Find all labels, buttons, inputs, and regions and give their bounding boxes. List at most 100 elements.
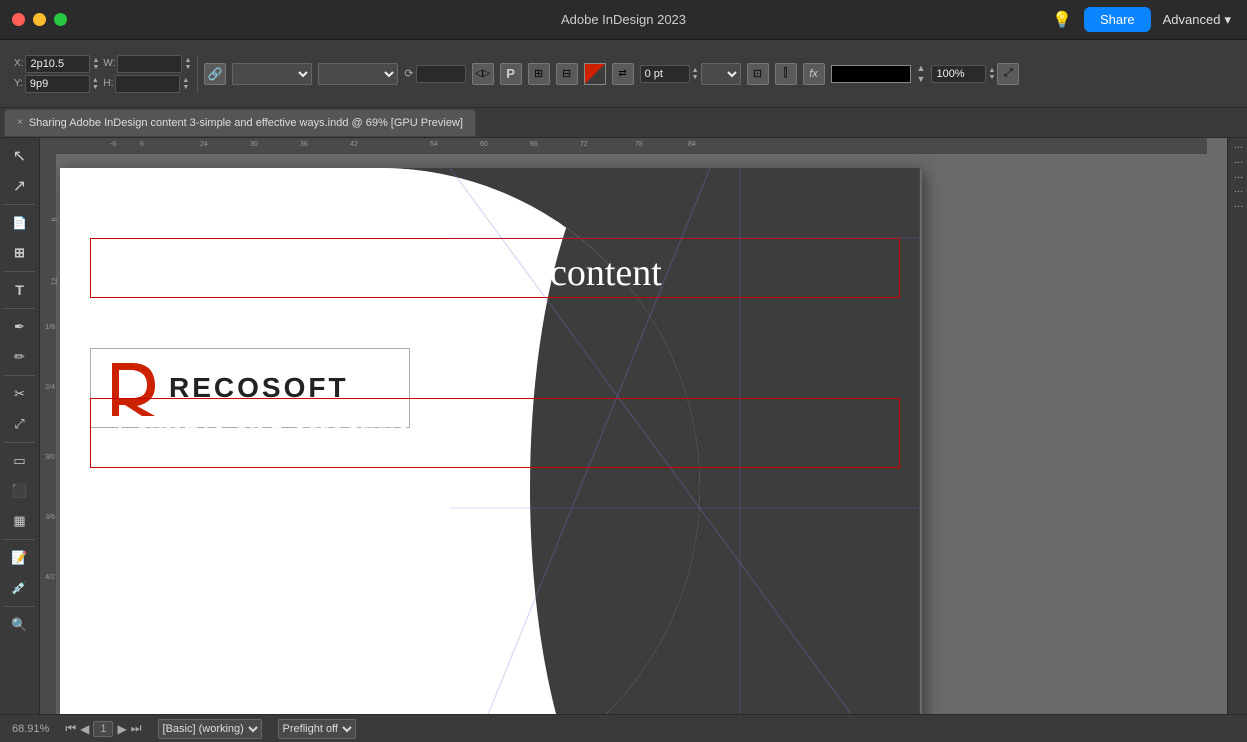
lightbulb-icon[interactable]: 💡: [1052, 10, 1072, 30]
page-heading: Sharing Adobe® InDesign® content: [91, 239, 899, 297]
angle-field: ⟳: [404, 65, 465, 83]
direct-selection-tool[interactable]: ↗: [6, 172, 34, 200]
chevron-down-icon: ▾: [1224, 12, 1231, 28]
h-stepper[interactable]: ▲▼: [182, 77, 189, 91]
nav-buttons-icon[interactable]: ◁▷: [472, 63, 494, 85]
titlebar: Adobe InDesign 2023 💡 Share Advanced ▾: [0, 0, 1247, 40]
tab-label: Sharing Adobe InDesign content 3-simple …: [29, 117, 463, 129]
w-stepper[interactable]: ▲▼: [184, 57, 191, 71]
toolbar-divider-1: [4, 204, 35, 205]
ruler-mark-42: 42: [350, 141, 358, 148]
type-tool[interactable]: T: [6, 276, 34, 304]
y-input[interactable]: [25, 75, 90, 93]
x-input[interactable]: [25, 55, 90, 73]
x-stepper[interactable]: ▲▼: [92, 57, 99, 71]
align-left-icon[interactable]: ⊞: [528, 63, 550, 85]
ruler-mark-66: 66: [530, 141, 538, 148]
x-label: X:: [14, 58, 23, 69]
last-page-button[interactable]: ⏭: [131, 721, 142, 736]
ruler-v-6: 6: [52, 218, 59, 222]
first-page-button[interactable]: ⏮: [65, 721, 76, 736]
selection-tool[interactable]: ↖: [6, 142, 34, 170]
panels-toggle-4[interactable]: ⫶: [1232, 190, 1244, 193]
text-frame-icon[interactable]: P: [500, 63, 522, 85]
ruler-v-18: 1/8: [45, 324, 55, 331]
h-input[interactable]: [115, 75, 180, 93]
rectangle-tool[interactable]: ▭: [6, 447, 34, 475]
stroke-input[interactable]: [640, 65, 690, 83]
zoom-stepper[interactable]: ▲▼: [988, 67, 995, 81]
pencil-tool[interactable]: ✏: [6, 343, 34, 371]
fill-swatch[interactable]: [831, 65, 911, 83]
stroke-stepper[interactable]: ▲▼: [692, 67, 699, 81]
page-number[interactable]: 1: [93, 721, 113, 737]
ruler-mark-84: 84: [688, 141, 696, 148]
swatch-stepper[interactable]: ▲▼: [917, 64, 926, 84]
align-icon[interactable]: ⊟: [556, 63, 578, 85]
fill-tool[interactable]: ⬛: [6, 477, 34, 505]
gap-tool[interactable]: ⊞: [6, 239, 34, 267]
toolbar: X: ▲▼ Y: ▲▼ W: ▲▼ H: ▲▼ 🔗: [0, 40, 1247, 108]
fx-icon[interactable]: fx: [803, 63, 825, 85]
titlebar-traffic-lights: [0, 13, 67, 26]
page-subtitle-container: 3-simple and effective ways: [90, 398, 900, 468]
panels-toggle-5[interactable]: ⫶: [1232, 205, 1244, 208]
workspace-select[interactable]: [Basic] (working): [158, 719, 262, 739]
resize-icon[interactable]: ⊡: [747, 63, 769, 85]
angle-input[interactable]: [416, 65, 466, 83]
zoom-input[interactable]: [931, 65, 986, 83]
pen-tool[interactable]: ✒: [6, 313, 34, 341]
columns-icon[interactable]: ⫿: [775, 63, 797, 85]
ruler-mark-30: 30: [250, 141, 258, 148]
transform-select-2[interactable]: [318, 63, 398, 85]
toolbar-divider-4: [4, 375, 35, 376]
toolbar-divider-3: [4, 308, 35, 309]
page-subheading: 3-simple and effective ways: [91, 399, 899, 467]
preflight-status: Preflight off: [278, 719, 356, 739]
panels-toggle-3[interactable]: ⫶: [1232, 176, 1244, 179]
swap-colors-icon[interactable]: ⇄: [612, 63, 634, 85]
zoom-tool[interactable]: 🔍: [6, 611, 34, 639]
document-page: RECOSOFT www.recosoft.com Sharing Adobe®…: [60, 168, 920, 714]
lock-proportions-icon[interactable]: 🔗: [204, 63, 226, 85]
zoom-expand-icon[interactable]: ⤢: [997, 63, 1019, 85]
stroke-type-select[interactable]: [701, 63, 741, 85]
statusbar: 68.91% ⏮ ◀ 1 ▶ ⏭ [Basic] (working) Prefl…: [0, 714, 1247, 742]
transform-tool[interactable]: ⤢: [6, 410, 34, 438]
h-label: H:: [103, 78, 113, 89]
scissors-tool[interactable]: ✂: [6, 380, 34, 408]
panels-toggle-1[interactable]: ⫶: [1232, 146, 1244, 149]
share-button[interactable]: Share: [1084, 7, 1151, 32]
tab-close-icon[interactable]: ×: [17, 117, 23, 128]
ruler-v-42: 4/2: [45, 574, 55, 581]
left-toolbar: ↖ ↗ 📄 ⊞ T ✒ ✏ ✂ ⤢ ▭ ⬛ ▦ 📝 💉 🔍: [0, 138, 40, 714]
canvas-area[interactable]: -6 6 24 30 36 42 54 60 66 72 78 84 6 12 …: [40, 138, 1227, 714]
eyedropper-tool[interactable]: 💉: [6, 574, 34, 602]
page-title-container: Sharing Adobe® InDesign® content: [90, 238, 900, 298]
prev-page-button[interactable]: ◀: [80, 722, 89, 736]
minimize-button[interactable]: [33, 13, 46, 26]
w-input[interactable]: [117, 55, 182, 73]
close-button[interactable]: [12, 13, 25, 26]
ruler-v-12: 12: [52, 278, 59, 286]
y-stepper[interactable]: ▲▼: [92, 77, 99, 91]
stroke-color-swatch[interactable]: [584, 63, 606, 85]
document-tab[interactable]: × Sharing Adobe InDesign content 3-simpl…: [4, 109, 476, 137]
next-page-button[interactable]: ▶: [117, 722, 126, 736]
panels-toggle-2[interactable]: ⫶: [1232, 161, 1244, 164]
app-title: Adobe InDesign 2023: [561, 12, 686, 27]
preflight-select[interactable]: Preflight off: [278, 719, 356, 739]
ruler-mark-n6: -6: [110, 141, 116, 148]
transform-select-1[interactable]: [232, 63, 312, 85]
color-swatches: [831, 65, 911, 83]
ruler-v-24: 2/4: [45, 384, 55, 391]
toolbar-divider-2: [4, 271, 35, 272]
page-tool[interactable]: 📄: [6, 209, 34, 237]
right-panel: ⫶ ⫶ ⫶ ⫶ ⫶: [1227, 138, 1247, 714]
note-tool[interactable]: 📝: [6, 544, 34, 572]
gradient-tool[interactable]: ▦: [6, 507, 34, 535]
zoom-group: ▲▼ ⤢: [931, 63, 1019, 85]
maximize-button[interactable]: [54, 13, 67, 26]
advanced-menu[interactable]: Advanced ▾: [1163, 12, 1231, 28]
tabbar: × Sharing Adobe InDesign content 3-simpl…: [0, 108, 1247, 138]
